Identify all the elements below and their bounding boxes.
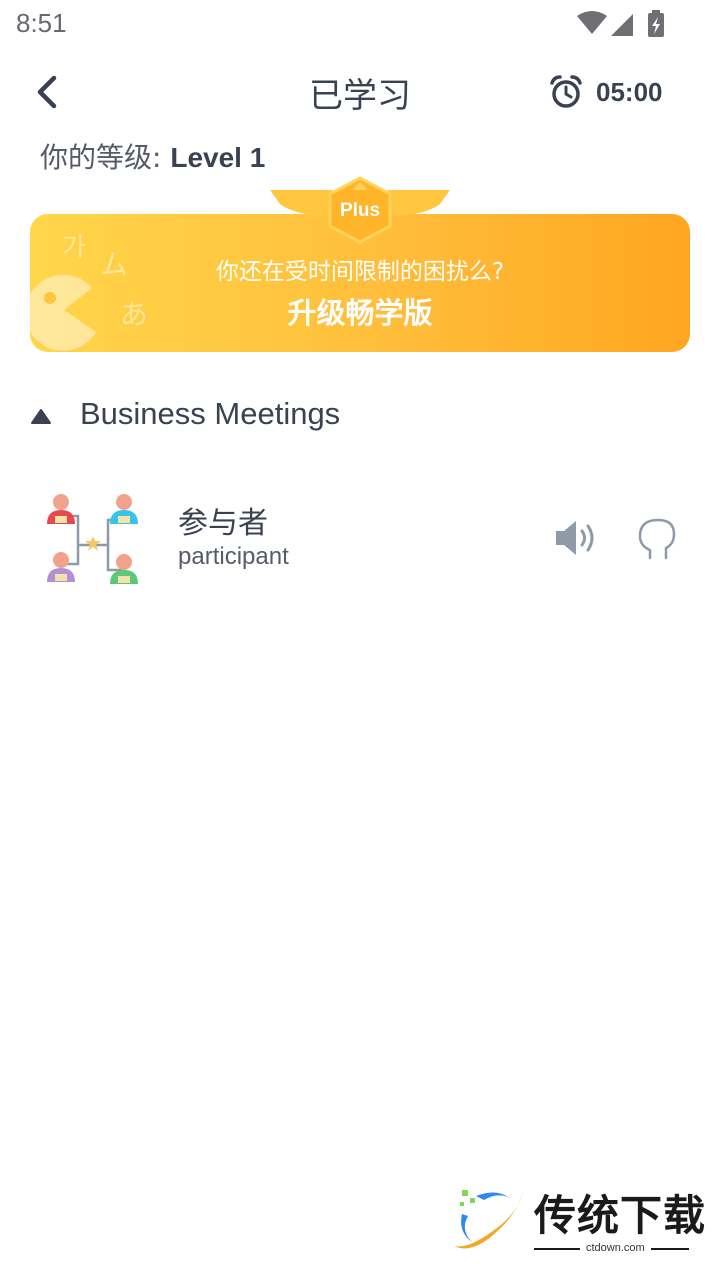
status-time: 8:51 [16, 8, 67, 38]
battery-icon [648, 10, 664, 37]
speaker-icon [556, 521, 594, 555]
section-title: Business Meetings [80, 396, 341, 431]
alarm-clock-icon [550, 75, 582, 108]
chevron-left-icon [37, 75, 57, 109]
watermark-url: ctdown.com [580, 1242, 651, 1254]
banner-title: 升级畅学版 [287, 296, 433, 330]
plus-badge-label: Plus [339, 200, 381, 221]
section-toggle-button[interactable] [30, 406, 52, 428]
status-icons [577, 10, 664, 37]
word-native: 参与者 [178, 506, 268, 541]
level-row: 你的等级: Level 1 [40, 136, 265, 176]
triangle-up-icon [31, 409, 51, 424]
speak-practice-button[interactable] [632, 514, 680, 562]
org-chart-people-icon [47, 494, 138, 584]
wifi-icon [577, 11, 607, 34]
page-title: 已学习 [309, 76, 411, 116]
back-button[interactable] [28, 72, 68, 112]
timer: 05:00 [548, 74, 663, 110]
word-foreign: participant [178, 543, 289, 570]
speaking-head-icon [638, 518, 676, 560]
level-value: Level 1 [170, 142, 266, 173]
banner-subtitle: 你还在受时间限制的困扰么? [215, 259, 505, 285]
level-label: 你的等级: [40, 141, 162, 174]
signal-icon [611, 14, 633, 36]
speaker-button[interactable] [552, 516, 602, 560]
watermark-name: 传统下载 [534, 1191, 707, 1240]
watermark-logo-icon [454, 1190, 522, 1249]
timer-text: 05:00 [596, 76, 663, 107]
